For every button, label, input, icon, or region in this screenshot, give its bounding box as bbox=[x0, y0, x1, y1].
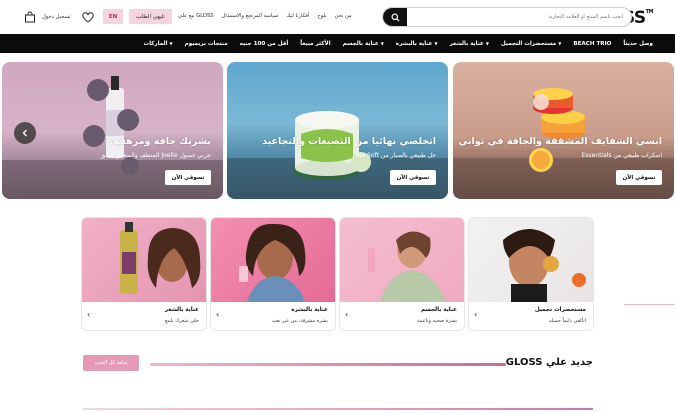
language-button[interactable]: EN bbox=[103, 9, 123, 24]
nav-new-arrivals[interactable]: وصل حديثاً bbox=[623, 41, 653, 47]
banner-title: انسي الشفايف المشققة والجافة في ثواني bbox=[458, 136, 662, 147]
category-card-haircare[interactable]: عناية بالشعر خلي شعرك يلمع ‹ bbox=[81, 217, 207, 331]
shop-now-button[interactable]: تسوقي الآن bbox=[165, 170, 211, 185]
view-all-button[interactable]: شاهد كل الجديد bbox=[83, 355, 139, 371]
nav-brands[interactable]: الماركات ▼ bbox=[143, 41, 172, 47]
nav-label: الماركات bbox=[143, 40, 168, 47]
chevron-left-icon: ‹ bbox=[216, 310, 220, 319]
chevron-down-icon: ▼ bbox=[485, 41, 489, 46]
makeup-model-photo bbox=[503, 229, 586, 302]
nav-label: BEACH TRIO bbox=[573, 40, 612, 47]
bodycare-model-photo bbox=[368, 231, 446, 302]
banner-title: بشرتك جافة ومرهقة؟ bbox=[108, 136, 211, 147]
chevron-down-icon: ▼ bbox=[434, 41, 438, 46]
chevron-left-icon bbox=[22, 129, 27, 137]
skincare-model-photo bbox=[239, 223, 306, 302]
chevron-left-icon: ‹ bbox=[474, 310, 478, 319]
link-ideas[interactable]: أفكارنا ليك bbox=[286, 13, 309, 19]
banner-title: اتخلصي نهائيا من التصبغات والتجاعيد bbox=[262, 136, 436, 147]
decorative-divider bbox=[624, 304, 675, 305]
site-header: GLOSSTM من نحن بلوج أفكارنا ليك سياسة ال… bbox=[0, 0, 675, 34]
main-nav: وصل حديثاً BEACH TRIO مستحضرات التجميل ▼ … bbox=[0, 34, 675, 53]
search-bar bbox=[382, 7, 632, 27]
banner-subtitle: جربي غسول Joelle المنظف والمنعش بعمق bbox=[100, 152, 211, 159]
category-card-makeup[interactable]: مستحضرات تجميل اتألقي دايماً جميلة ‹ bbox=[468, 217, 594, 331]
nav-label: أقل من 100 جنيه bbox=[239, 40, 289, 47]
category-title: عناية بالشعر bbox=[164, 307, 199, 313]
cart-button[interactable] bbox=[23, 10, 37, 24]
search-button[interactable] bbox=[383, 8, 407, 26]
section-title-underline bbox=[150, 363, 506, 366]
nav-label: عناية بالشعر bbox=[449, 40, 484, 47]
chevron-down-icon: ▼ bbox=[558, 41, 562, 46]
shop-now-button[interactable]: تسوقي الآن bbox=[616, 170, 662, 185]
link-returns[interactable]: سياسة المرتجع والاستبدال bbox=[222, 13, 279, 19]
nav-label: عناية بالبشرة bbox=[395, 40, 433, 47]
carousel-prev-button[interactable] bbox=[14, 122, 36, 144]
search-icon bbox=[390, 12, 400, 22]
nav-label: عناية بالجسم bbox=[342, 40, 379, 47]
category-subtitle: بشرة مشرقة، من غير تعب bbox=[271, 318, 328, 324]
nav-skincare[interactable]: عناية بالبشرة ▼ bbox=[396, 41, 438, 47]
category-title: مستحضرات تجميل bbox=[534, 307, 586, 313]
link-blog[interactable]: بلوج bbox=[317, 13, 326, 19]
chevron-down-icon: ▼ bbox=[380, 41, 384, 46]
category-subtitle: اتألقي دايماً جميلة bbox=[549, 318, 586, 324]
category-photo bbox=[340, 218, 464, 302]
search-input[interactable] bbox=[409, 8, 629, 26]
chevron-left-icon: ‹ bbox=[87, 310, 91, 319]
link-sell[interactable]: بيع علي GLOSS bbox=[178, 13, 214, 19]
banner-subtitle: حل طبيعي بالصبار من Bio Soft bbox=[355, 152, 436, 159]
nav-under-100[interactable]: أقل من 100 جنيه bbox=[240, 41, 289, 47]
haircare-model-photo bbox=[120, 222, 201, 294]
hero-banner-lip-scrub[interactable]: انسي الشفايف المشققة والجافة في ثواني اس… bbox=[453, 62, 674, 199]
nav-bodycare[interactable]: عناية بالجسم ▼ bbox=[343, 41, 384, 47]
nav-bestsellers[interactable]: الأكثر مبيعاً bbox=[300, 41, 330, 47]
top-links: من نحن بلوج أفكارنا ليك سياسة المرتجع وا… bbox=[178, 13, 352, 19]
nav-label: الأكثر مبيعاً bbox=[300, 40, 331, 47]
heart-icon bbox=[82, 11, 94, 23]
login-link[interactable]: تسجيل دخول bbox=[42, 14, 71, 20]
category-photo bbox=[82, 218, 206, 302]
shop-now-button[interactable]: تسوقي الآن bbox=[390, 170, 436, 185]
category-subtitle: بشرة صحية وناعمة bbox=[417, 318, 457, 324]
category-card-skincare[interactable]: عناية بالبشرة بشرة مشرقة، من غير تعب ‹ bbox=[210, 217, 336, 331]
category-title: عناية بالبشرة bbox=[291, 307, 328, 313]
nav-haircare[interactable]: عناية بالشعر ▼ bbox=[450, 41, 489, 47]
category-title: عناية بالجسم bbox=[420, 307, 457, 313]
logo-tm: TM bbox=[645, 9, 654, 15]
link-about[interactable]: من نحن bbox=[335, 13, 352, 19]
offers-button[interactable]: تليهي الطلب bbox=[129, 9, 172, 24]
nav-label: مستحضرات التجميل bbox=[500, 40, 557, 47]
nav-makeup[interactable]: مستحضرات التجميل ▼ bbox=[501, 41, 561, 47]
new-section-title: جديد علي GLOSS bbox=[505, 357, 593, 368]
section-divider bbox=[83, 408, 593, 410]
nav-beach-trio[interactable]: BEACH TRIO bbox=[573, 41, 611, 47]
nav-label: منتجات بريميوم bbox=[184, 40, 228, 47]
bag-icon bbox=[25, 11, 35, 23]
category-subtitle: خلي شعرك يلمع bbox=[164, 318, 199, 324]
nav-premium[interactable]: منتجات بريميوم bbox=[185, 41, 228, 47]
hero-banner-aloe[interactable]: اتخلصي نهائيا من التصبغات والتجاعيد حل ط… bbox=[227, 62, 448, 199]
category-photo bbox=[469, 218, 593, 302]
category-photo bbox=[211, 218, 335, 302]
banner-subtitle: اسكراب طبيعي من Essentials bbox=[581, 152, 662, 159]
wishlist-button[interactable] bbox=[81, 10, 95, 24]
nav-label: وصل حديثاً bbox=[623, 40, 653, 47]
nav-items: وصل حديثاً BEACH TRIO مستحضرات التجميل ▼ … bbox=[143, 34, 653, 53]
chevron-left-icon: ‹ bbox=[345, 310, 349, 319]
category-card-bodycare[interactable]: عناية بالجسم بشرة صحية وناعمة ‹ bbox=[339, 217, 465, 331]
chevron-down-icon: ▼ bbox=[169, 41, 173, 46]
